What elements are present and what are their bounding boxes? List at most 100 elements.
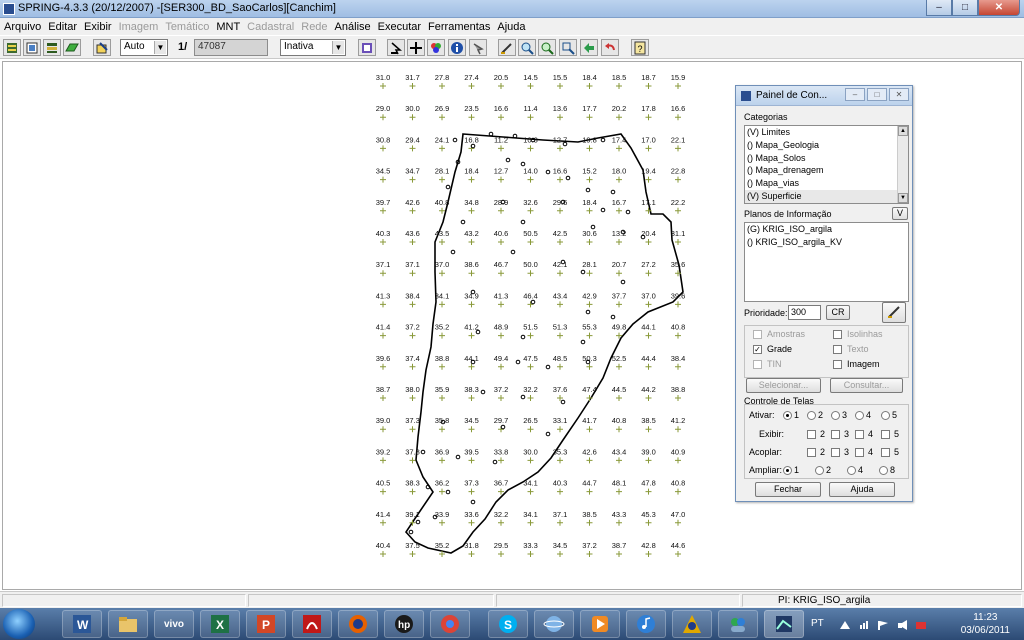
categories-scrollbar[interactable]: ▲ ▼ bbox=[897, 126, 908, 203]
menu-imagem[interactable]: Imagem bbox=[119, 21, 159, 33]
clock[interactable]: 11:23 03/06/2011 bbox=[961, 611, 1010, 637]
firefox-icon[interactable] bbox=[338, 610, 378, 638]
menu-ajuda[interactable]: Ajuda bbox=[497, 21, 525, 33]
close-button[interactable]: ✕ bbox=[978, 0, 1020, 16]
panel-close-button[interactable]: ✕ bbox=[889, 88, 909, 101]
exibir-checkbox-5[interactable] bbox=[881, 430, 890, 439]
scroll-down-icon[interactable]: ▼ bbox=[898, 193, 908, 203]
menu-analise[interactable]: Análise bbox=[335, 21, 371, 33]
ampliar-radio-2[interactable] bbox=[815, 466, 824, 475]
ativar-radio-1[interactable] bbox=[783, 411, 792, 420]
start-orb-icon[interactable] bbox=[3, 609, 35, 639]
amostras-checkbox[interactable] bbox=[753, 330, 762, 339]
menu-ferramentas[interactable]: Ferramentas bbox=[428, 21, 490, 33]
panel-maximize-button[interactable]: □ bbox=[867, 88, 887, 101]
ativar-radio-4[interactable] bbox=[855, 411, 864, 420]
plane-icon[interactable] bbox=[63, 39, 81, 56]
zoom-area-icon[interactable] bbox=[559, 39, 577, 56]
vivo-app[interactable]: vivo bbox=[154, 610, 194, 638]
tin-checkbox[interactable] bbox=[753, 360, 762, 369]
acrobat-icon[interactable] bbox=[292, 610, 332, 638]
grade-checkbox[interactable]: ✓ bbox=[753, 345, 762, 354]
chrome-icon[interactable] bbox=[430, 610, 470, 638]
menu-editar[interactable]: Editar bbox=[48, 21, 77, 33]
pointer-icon[interactable] bbox=[387, 39, 405, 56]
texto-checkbox[interactable] bbox=[833, 345, 842, 354]
consult-button[interactable]: Consultar... bbox=[830, 378, 903, 393]
zoom-out-icon[interactable] bbox=[538, 39, 556, 56]
language-indicator[interactable]: PT bbox=[811, 618, 824, 629]
active-mode-select[interactable]: Inativa ▼ bbox=[280, 39, 346, 56]
priority-field[interactable]: 300 bbox=[788, 305, 821, 320]
menu-rede[interactable]: Rede bbox=[301, 21, 327, 33]
isolinhas-checkbox[interactable] bbox=[833, 330, 842, 339]
word-icon[interactable]: W bbox=[62, 610, 102, 638]
ativar-radio-3[interactable] bbox=[831, 411, 840, 420]
ampliar-radio-4[interactable] bbox=[847, 466, 856, 475]
select-icon[interactable] bbox=[469, 39, 487, 56]
help-icon[interactable]: ? bbox=[631, 39, 649, 56]
help-panel-button[interactable]: Ajuda bbox=[829, 482, 895, 497]
plane-item[interactable]: () KRIG_ISO_argila_KV bbox=[745, 236, 908, 249]
skype-icon[interactable]: S bbox=[488, 610, 528, 638]
network-icon[interactable] bbox=[534, 610, 574, 638]
color-icon[interactable] bbox=[427, 39, 445, 56]
category-item[interactable]: () Mapa_vias bbox=[745, 177, 908, 190]
messenger-icon[interactable] bbox=[718, 610, 758, 638]
acoplar-checkbox-3[interactable] bbox=[831, 448, 840, 457]
exibir-checkbox-4[interactable] bbox=[855, 430, 864, 439]
category-item[interactable]: () Mapa_drenagem bbox=[745, 164, 908, 177]
visual-pencil-icon[interactable] bbox=[882, 302, 906, 323]
menu-executar[interactable]: Executar bbox=[378, 21, 421, 33]
plane-item-active[interactable]: (G) KRIG_ISO_argila bbox=[745, 223, 908, 236]
zoom-mode-select[interactable]: Auto ▼ bbox=[120, 39, 168, 56]
panel-minimize-button[interactable]: – bbox=[845, 88, 865, 101]
draw-icon[interactable] bbox=[93, 39, 111, 56]
panel-title-bar[interactable]: Painel de Con... – □ ✕ bbox=[736, 86, 912, 106]
menu-arquivo[interactable]: Arquivo bbox=[4, 21, 41, 33]
menu-mnt[interactable]: MNT bbox=[216, 21, 240, 33]
zoom-in-icon[interactable] bbox=[518, 39, 536, 56]
powerpoint-icon[interactable]: P bbox=[246, 610, 286, 638]
media-icon[interactable] bbox=[580, 610, 620, 638]
select-button[interactable]: Selecionar... bbox=[746, 378, 821, 393]
explorer-icon[interactable] bbox=[108, 610, 148, 638]
acoplar-checkbox-2[interactable] bbox=[807, 448, 816, 457]
excel-icon[interactable]: X bbox=[200, 610, 240, 638]
planes-list[interactable]: (G) KRIG_ISO_argila () KRIG_ISO_argila_K… bbox=[744, 222, 909, 302]
ampliar-radio-1[interactable] bbox=[783, 466, 792, 475]
info-icon[interactable] bbox=[448, 39, 466, 56]
menu-tematico[interactable]: Temático bbox=[165, 21, 209, 33]
project-icon[interactable] bbox=[23, 39, 41, 56]
categories-list[interactable]: (V) Limites () Mapa_Geologia () Mapa_Sol… bbox=[744, 125, 909, 204]
scroll-up-icon[interactable]: ▲ bbox=[898, 126, 908, 136]
database-icon[interactable] bbox=[3, 39, 21, 56]
layers-icon[interactable] bbox=[43, 39, 61, 56]
category-item-selected[interactable]: (V) Superficie bbox=[745, 189, 908, 203]
category-item[interactable]: () Mapa_Solos bbox=[745, 152, 908, 165]
exibir-checkbox-2[interactable] bbox=[807, 430, 816, 439]
maximize-button[interactable]: □ bbox=[952, 0, 978, 16]
cr-button[interactable]: CR bbox=[826, 305, 850, 320]
undo-icon[interactable] bbox=[601, 39, 619, 56]
hp-icon[interactable]: hp bbox=[384, 610, 424, 638]
tray-icons[interactable] bbox=[840, 619, 930, 631]
category-item[interactable]: (V) Limites bbox=[745, 126, 908, 139]
hyperterminal-icon[interactable] bbox=[672, 610, 712, 638]
cursor-cross-icon[interactable] bbox=[407, 39, 425, 56]
ampliar-radio-8[interactable] bbox=[879, 466, 888, 475]
acoplar-checkbox-5[interactable] bbox=[881, 448, 890, 457]
pan-icon[interactable] bbox=[580, 39, 598, 56]
category-item[interactable]: () Mapa_Geologia bbox=[745, 139, 908, 152]
planes-filter-button[interactable]: V bbox=[892, 207, 908, 220]
close-panel-button[interactable]: Fechar bbox=[755, 482, 821, 497]
spring-icon[interactable] bbox=[764, 610, 804, 638]
menu-cadastral[interactable]: Cadastral bbox=[247, 21, 294, 33]
ativar-radio-5[interactable] bbox=[881, 411, 890, 420]
ativar-radio-2[interactable] bbox=[807, 411, 816, 420]
acoplar-checkbox-4[interactable] bbox=[855, 448, 864, 457]
screen-icon[interactable] bbox=[358, 39, 376, 56]
minimize-button[interactable]: – bbox=[926, 0, 952, 16]
itunes-icon[interactable] bbox=[626, 610, 666, 638]
scale-field[interactable]: 47087 bbox=[194, 39, 268, 56]
